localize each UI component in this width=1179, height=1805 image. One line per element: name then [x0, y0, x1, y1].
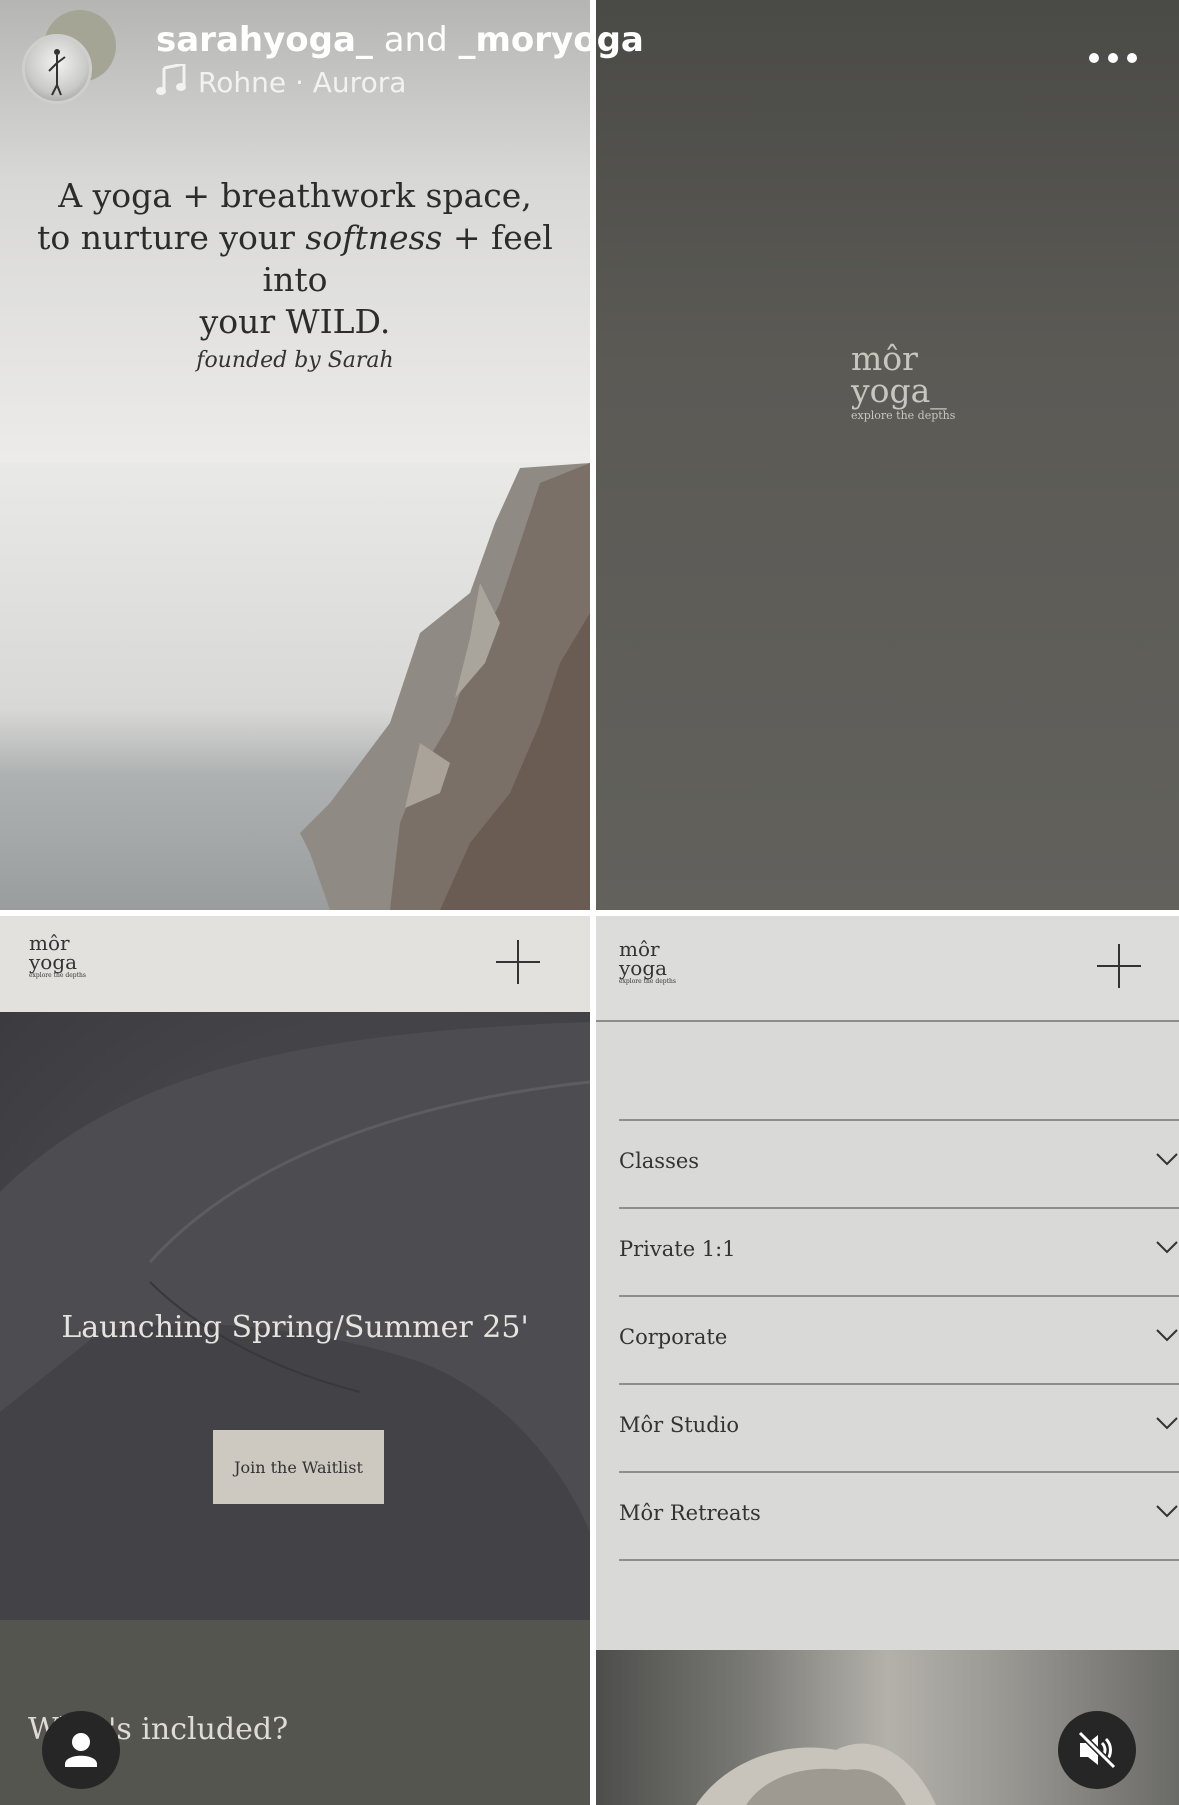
menu-logo-tagline: explore the depths: [619, 978, 676, 985]
chevron-down-icon[interactable]: [1155, 1151, 1179, 1167]
menu-item-private[interactable]: Private 1:1: [619, 1207, 1179, 1295]
username-primary[interactable]: sarahyoga_: [156, 20, 373, 60]
menu-item-label: Private 1:1: [619, 1237, 736, 1261]
founded-by-text: founded by Sarah: [196, 348, 394, 373]
menu-item-classes[interactable]: Classes: [619, 1119, 1179, 1207]
tagline-line-2: to nurture your softness + feel into: [0, 217, 590, 301]
story-music[interactable]: Rohne · Aurora: [156, 62, 407, 99]
nav-menu: Classes Private 1:1 Corporate Môr Studio…: [619, 1119, 1179, 1561]
chevron-down-icon[interactable]: [1155, 1239, 1179, 1255]
launch-panel: môr yoga explore the depths Launching Sp…: [0, 916, 590, 1805]
site-header: môr yoga explore the depths: [0, 916, 590, 1012]
site-logo-tagline: explore the depths: [29, 972, 86, 979]
music-note-icon: [156, 62, 186, 95]
menu-item-label: Corporate: [619, 1325, 728, 1349]
story-usernames: sarahyoga_ and _moryoga: [156, 20, 644, 60]
menu-item-label: Classes: [619, 1149, 700, 1173]
menu-item-retreats[interactable]: Môr Retreats: [619, 1471, 1179, 1561]
mor-yoga-logo: môr yoga_ explore the depths: [851, 342, 956, 422]
launch-headline: Launching Spring/Summer 25': [61, 1310, 529, 1345]
avatar[interactable]: [22, 34, 92, 104]
sea-cliff-photo: [0, 463, 590, 910]
menu-item-label: Môr Retreats: [619, 1501, 761, 1525]
intro-panel: A yoga + breathwork space, to nurture yo…: [0, 0, 590, 910]
username-secondary[interactable]: _moryoga: [459, 20, 644, 60]
profile-button[interactable]: [42, 1711, 120, 1789]
close-plus-icon[interactable]: [1097, 944, 1141, 988]
menu-item-corporate[interactable]: Corporate: [619, 1295, 1179, 1383]
site-logo-line-2: yoga: [29, 950, 78, 974]
muted-speaker-icon: [1077, 1730, 1117, 1770]
more-options-icon[interactable]: [1088, 46, 1138, 70]
song-title: Aurora: [312, 66, 407, 99]
site-header-menu: môr yoga explore the depths: [596, 916, 1179, 1022]
tagline-line-1: A yoga + breathwork space,: [58, 176, 532, 215]
song-separator: ·: [294, 66, 304, 99]
tagline-line-2-pre: to nurture your: [37, 218, 306, 257]
site-logo-menu: môr yoga explore the depths: [619, 939, 676, 985]
chevron-down-icon[interactable]: [1155, 1327, 1179, 1343]
person-icon: [65, 1733, 97, 1767]
site-logo: môr yoga explore the depths: [29, 933, 86, 979]
logo-line-2: yoga_: [851, 371, 947, 410]
chevron-down-icon[interactable]: [1155, 1415, 1179, 1431]
menu-plus-icon[interactable]: [496, 940, 540, 984]
menu-item-label: Môr Studio: [619, 1413, 740, 1437]
menu-item-studio[interactable]: Môr Studio: [619, 1383, 1179, 1471]
mute-button[interactable]: [1058, 1711, 1136, 1789]
tagline-line-3: your WILD.: [199, 302, 391, 341]
tagline-emphasis: softness: [305, 218, 443, 257]
menu-panel: môr yoga explore the depths Classes Priv…: [596, 916, 1179, 1805]
logo-panel: môr yoga_ explore the depths: [596, 0, 1179, 910]
hero-photo: Launching Spring/Summer 25' Join the Wai…: [0, 1012, 590, 1620]
username-conjunction: and: [383, 20, 448, 60]
menu-logo-line-2: yoga: [619, 956, 668, 980]
join-waitlist-button[interactable]: Join the Waitlist: [213, 1430, 384, 1504]
song-artist: Rohne: [198, 66, 287, 99]
chevron-down-icon[interactable]: [1155, 1503, 1179, 1519]
logo-tagline: explore the depths: [851, 409, 956, 422]
intro-tagline: A yoga + breathwork space, to nurture yo…: [0, 175, 590, 343]
